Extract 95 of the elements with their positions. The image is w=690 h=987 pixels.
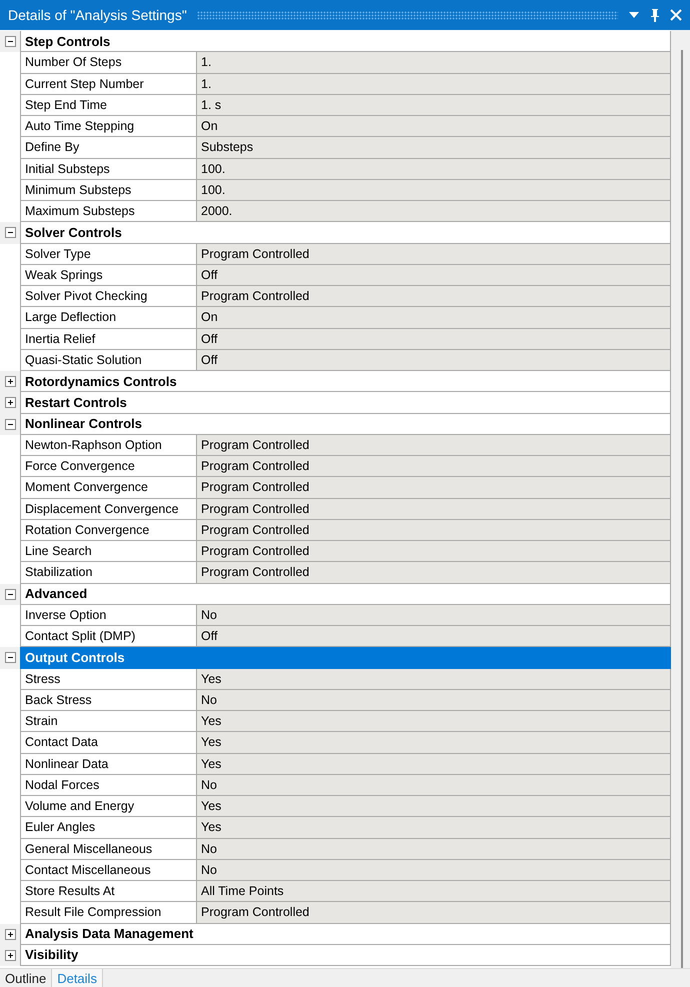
property-label: Inverse Option [20,604,196,626]
property-value[interactable]: Off [196,350,671,371]
property-value[interactable]: No [196,690,671,711]
property-value[interactable]: Off [196,328,671,350]
dropdown-icon[interactable] [628,11,640,19]
section-header[interactable]: Nonlinear Controls [20,414,671,435]
property-label: Contact Split (DMP) [20,626,196,648]
property-value[interactable]: No [196,860,671,881]
property-label: Volume and Energy [20,796,196,818]
property-value[interactable]: No [196,774,671,796]
property-label: Large Deflection [20,307,196,328]
property-value[interactable]: Yes [196,817,671,838]
collapse-icon[interactable] [4,588,16,600]
property-value[interactable]: 100. [196,180,671,201]
property-value[interactable]: Program Controlled [196,541,671,562]
property-label: Store Results At [20,881,196,902]
section-header[interactable]: Restart Controls [20,392,671,414]
property-label: Initial Substeps [20,158,196,180]
grip-pattern[interactable] [196,10,618,20]
property-label: Euler Angles [20,817,196,838]
collapse-icon[interactable] [4,652,16,664]
property-value[interactable]: 2000. [196,201,671,222]
property-label: Line Search [20,541,196,562]
property-label: Newton-Raphson Option [20,434,196,456]
property-value[interactable]: Program Controlled [196,434,671,456]
property-value[interactable]: Program Controlled [196,244,671,265]
expand-icon[interactable] [4,928,16,940]
property-label: Minimum Substeps [20,180,196,201]
collapse-icon[interactable] [4,36,16,48]
property-label: Number Of Steps [20,52,196,74]
section-header[interactable]: Rotordynamics Controls [20,371,671,392]
property-label: Solver Pivot Checking [20,286,196,308]
expand-icon[interactable] [4,397,16,408]
property-label: Nonlinear Data [20,754,196,775]
property-label: Stabilization [20,562,196,584]
property-value[interactable]: Program Controlled [196,498,671,520]
property-label: Quasi-Static Solution [20,350,196,371]
property-label: Displacement Convergence [20,498,196,520]
property-value[interactable]: Program Controlled [196,520,671,541]
section-header[interactable]: Visibility [20,944,671,966]
property-label: Weak Springs [20,264,196,286]
section-header[interactable]: Analysis Data Management [20,924,671,945]
property-value[interactable]: 1. s [196,94,671,116]
property-value[interactable]: 1. [196,52,671,74]
property-value[interactable]: Program Controlled [196,902,671,924]
section-header[interactable]: Solver Controls [20,222,671,244]
window-title: Details of "Analysis Settings" [8,7,187,23]
property-value[interactable]: Yes [196,732,671,754]
property-value[interactable]: 1. [196,74,671,95]
property-value[interactable]: Program Controlled [196,286,671,308]
property-value[interactable]: Yes [196,796,671,818]
property-value[interactable]: On [196,116,671,138]
scrollbar-thumb[interactable] [681,50,683,968]
property-value[interactable]: 100. [196,158,671,180]
close-icon[interactable] [670,9,682,21]
section-header[interactable]: Output Controls [20,647,671,668]
property-label: Auto Time Stepping [20,116,196,138]
property-label: Inertia Relief [20,328,196,350]
expand-icon[interactable] [4,376,16,388]
property-value[interactable]: Program Controlled [196,562,671,584]
property-value[interactable]: No [196,604,671,626]
property-label: Moment Convergence [20,477,196,498]
property-value[interactable]: All Time Points [196,881,671,902]
section-header[interactable]: Advanced [20,584,671,605]
property-label: Strain [20,711,196,732]
property-value[interactable]: No [196,838,671,860]
property-label: Force Convergence [20,456,196,478]
property-label: General Miscellaneous [20,838,196,860]
property-label: Solver Type [20,244,196,265]
collapse-icon[interactable] [4,227,16,238]
property-label: Nodal Forces [20,774,196,796]
property-value[interactable]: Program Controlled [196,477,671,498]
property-label: Step End Time [20,94,196,116]
property-value[interactable]: Off [196,264,671,286]
property-label: Maximum Substeps [20,201,196,222]
property-value[interactable]: Yes [196,711,671,732]
property-value[interactable]: Program Controlled [196,456,671,478]
tab[interactable]: Details [52,969,103,987]
property-label: Contact Data [20,732,196,754]
property-value[interactable]: Substeps [196,137,671,158]
property-label: Contact Miscellaneous [20,860,196,881]
property-label: Back Stress [20,690,196,711]
pin-icon[interactable] [650,8,660,22]
property-value[interactable]: Off [196,626,671,648]
property-label: Current Step Number [20,74,196,95]
property-value[interactable]: On [196,307,671,328]
property-label: Stress [20,668,196,690]
property-label: Define By [20,137,196,158]
expand-icon[interactable] [4,950,16,961]
property-value[interactable]: Yes [196,754,671,775]
property-label: Result File Compression [20,902,196,924]
section-header[interactable]: Step Controls [20,31,671,52]
property-value[interactable]: Yes [196,668,671,690]
property-label: Rotation Convergence [20,520,196,541]
collapse-icon[interactable] [4,418,16,430]
